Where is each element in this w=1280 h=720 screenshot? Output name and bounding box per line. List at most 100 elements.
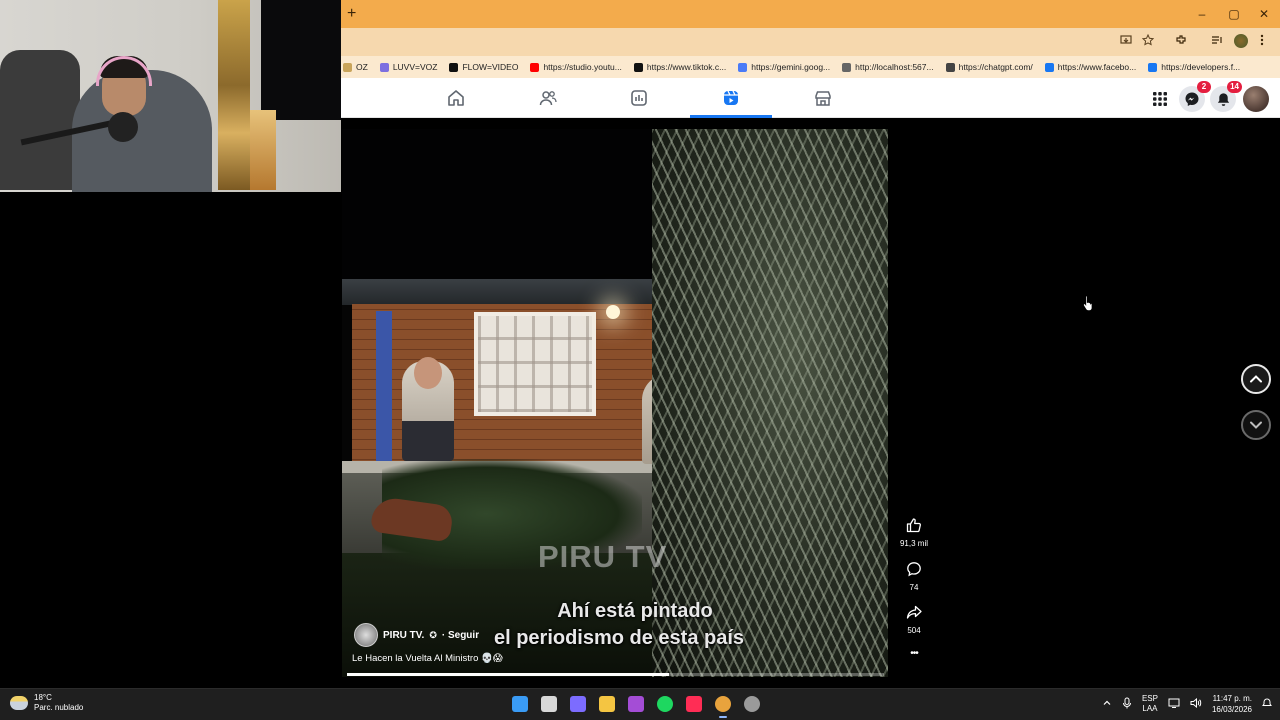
bookmark-label: https://www.tiktok.c... [646, 62, 727, 72]
messenger-button[interactable]: 2 [1179, 81, 1211, 112]
extensions-icon[interactable] [1175, 34, 1187, 50]
bookmark-label: OZ [356, 62, 368, 72]
comment-icon [907, 562, 921, 577]
video-pillar [376, 311, 392, 461]
follow-button[interactable]: · Seguir [442, 630, 479, 641]
facebook-icon [1044, 62, 1054, 72]
weather-description: Parc. nublado [34, 703, 84, 712]
account-avatar[interactable] [1243, 86, 1269, 112]
bookmark-item[interactable]: FLOW=VIDEO [449, 62, 518, 72]
bookmark-label: https://gemini.goog... [751, 62, 831, 72]
tab-watch[interactable] [598, 78, 680, 118]
bookmark-star-icon[interactable] [1141, 33, 1155, 50]
next-reel-button[interactable] [1241, 410, 1271, 440]
bookmark-item[interactable]: https://developers.f... [1148, 62, 1240, 72]
flow-icon [449, 62, 459, 72]
like-button[interactable]: 91,3 mil [896, 517, 932, 548]
taskbar-app-tiktok[interactable] [684, 694, 704, 714]
reel-video[interactable]: PIRU TV Ahí está pintado el periodismo d… [342, 129, 888, 677]
more-options-button[interactable]: ••• [896, 648, 932, 659]
webcam-overlay [0, 0, 341, 192]
minimize-button[interactable]: – [1187, 4, 1217, 24]
taskview-icon [541, 696, 557, 712]
keyboard-layout: LAA [1142, 704, 1158, 713]
clock[interactable]: 11:47 p. m. 16/03/2026 [1212, 693, 1252, 715]
tab-reels[interactable] [690, 78, 772, 118]
weather-widget[interactable]: 18°C Parc. nublado [10, 693, 83, 713]
network-icon[interactable] [1168, 698, 1180, 710]
hand-cursor-icon [1082, 294, 1096, 317]
new-tab-button[interactable]: + [347, 4, 356, 24]
audio-icon [379, 62, 389, 72]
bookmark-item[interactable]: https://www.tiktok.c... [633, 62, 727, 72]
bookmark-item[interactable]: https://gemini.goog... [738, 62, 830, 72]
marketplace-icon [815, 91, 831, 106]
verified-icon: ✪ [429, 629, 437, 640]
notification-center-icon[interactable] [1262, 698, 1272, 710]
author-name[interactable]: PIRU TV. [383, 630, 424, 641]
author-avatar[interactable] [354, 623, 378, 647]
video-progress-bar[interactable] [347, 673, 884, 676]
like-icon [906, 518, 921, 533]
media-controls-icon[interactable] [1211, 34, 1223, 50]
bookmark-item[interactable]: http://localhost:567... [842, 62, 934, 72]
browser-menu-icon[interactable] [1259, 34, 1265, 50]
comment-count: 74 [909, 583, 919, 592]
copilot-icon [570, 696, 586, 712]
video-progress-fill [347, 673, 670, 676]
reel-author: PIRU TV. ✪ · Seguir [354, 623, 479, 647]
close-window-button[interactable]: ✕ [1249, 4, 1279, 24]
taskbar-app-chrome[interactable] [713, 694, 733, 718]
bookmarks-bar: OZ LUVV=VOZ FLOW=VIDEO https://studio.youtu… [341, 56, 1280, 78]
webcam-poster [218, 0, 250, 190]
profile-avatar-icon[interactable] [1234, 34, 1248, 48]
notifications-button[interactable]: 14 [1210, 81, 1242, 112]
bookmark-item[interactable]: https://chatgpt.com/ [945, 62, 1033, 72]
taskbar-app-recorder[interactable] [742, 694, 762, 714]
bookmark-label: https://studio.youtu... [543, 62, 622, 72]
browser-titlebar: + – ▢ ✕ [341, 0, 1280, 28]
bookmark-item[interactable]: https://studio.youtu... [530, 62, 622, 72]
comment-button[interactable]: 74 [896, 561, 932, 592]
bookmark-item[interactable]: https://www.facebo... [1044, 62, 1136, 72]
microphone-icon[interactable] [1122, 697, 1132, 711]
menu-button[interactable] [1147, 86, 1173, 112]
taskbar-app-task-view[interactable] [539, 694, 559, 714]
clock-time: 11:47 p. m. [1212, 694, 1252, 703]
video-palm-leaves [652, 129, 888, 677]
share-button[interactable]: 504 [896, 604, 932, 635]
taskbar-app-start[interactable] [510, 694, 530, 714]
address-bar[interactable] [341, 28, 1280, 56]
taskbar-app-file-explorer[interactable] [597, 694, 617, 714]
tab-marketplace[interactable] [782, 78, 864, 118]
webcam-poster [250, 110, 276, 190]
taskbar-app-copilot[interactable] [568, 694, 588, 714]
chevron-up-icon[interactable] [1102, 698, 1112, 710]
messenger-icon [1185, 92, 1199, 106]
clock-date: 16/03/2026 [1211, 705, 1252, 714]
tab-home[interactable] [415, 78, 497, 118]
video-window [474, 312, 596, 416]
volume-icon[interactable] [1190, 697, 1202, 710]
tab-friends[interactable] [507, 78, 589, 118]
home-icon [448, 90, 464, 106]
bookmark-item[interactable]: OZ [343, 62, 368, 72]
share-icon [906, 605, 922, 619]
gemini-icon [738, 62, 748, 72]
taskbar-apps [510, 694, 762, 718]
video-watermark: PIRU TV [538, 539, 668, 574]
language-indicator[interactable]: ESP LAA [1142, 694, 1158, 714]
taskbar-app-app-purple[interactable] [626, 694, 646, 714]
reel-caption: Le Hacen la Vuelta Al Ministro 💀😱 [352, 653, 503, 664]
windows-icon [512, 696, 528, 712]
maximize-button[interactable]: ▢ [1219, 4, 1249, 24]
chevron-down-icon [1250, 421, 1262, 429]
bookmark-item[interactable]: LUVV=VOZ [379, 62, 438, 72]
subtitle-line-1: Ahí está pintado [557, 600, 713, 622]
install-app-icon[interactable] [1120, 34, 1132, 50]
share-count: 504 [907, 626, 921, 635]
bookmark-label: LUVV=VOZ [392, 62, 438, 72]
tiktok-icon [686, 696, 702, 712]
taskbar-app-spotify[interactable] [655, 694, 675, 714]
previous-reel-button[interactable] [1241, 364, 1271, 394]
